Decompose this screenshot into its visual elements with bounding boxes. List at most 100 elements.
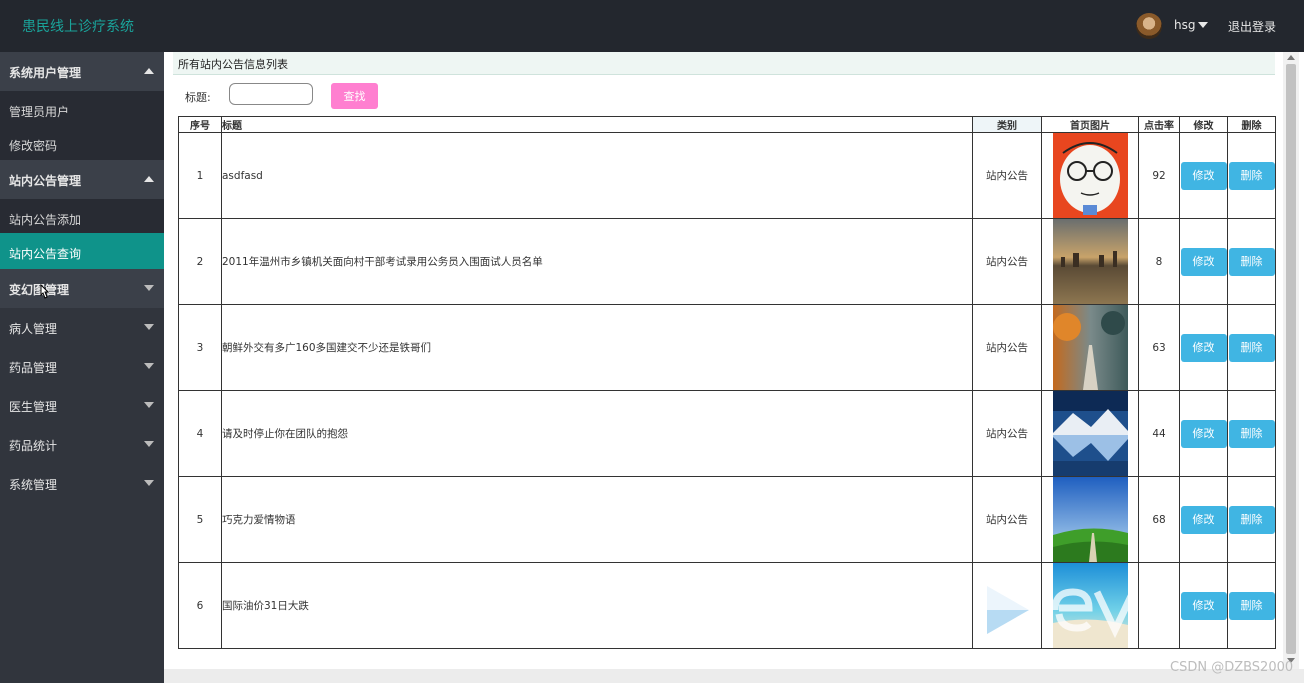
watermark: CSDN @DZBS2000 <box>1170 660 1294 675</box>
cell-image <box>1041 390 1139 477</box>
sidebar-item-label: 修改密码 <box>9 139 58 153</box>
col-header-category: 类别 <box>972 116 1042 133</box>
app-title: 患民线上诊疗系统 <box>22 19 134 35</box>
sidebar-item-label: 系统管理 <box>9 478 58 492</box>
mountain-reflection-thumbnail <box>1052 391 1128 476</box>
cell-title: 国际油价31日大跌 <box>221 562 973 649</box>
edit-button[interactable]: 修改 <box>1180 505 1227 534</box>
cell-clicks: 68 <box>1138 476 1180 563</box>
cell-edit: 修改 <box>1179 304 1228 391</box>
cell-title: 朝鲜外交有多广160多国建交不少还是铁哥们 <box>221 304 973 391</box>
col-header-delete: 删除 <box>1227 116 1276 133</box>
col-header-title: 标题 <box>221 116 973 133</box>
sidebar-item-label: 站内公告管理 <box>9 174 82 188</box>
sidebar-item-label: 药品管理 <box>9 361 58 375</box>
table-row: 1 asdfasd 站内公告 92 修改 删除 <box>178 132 1276 219</box>
cell-category: 站内公告 <box>972 218 1042 305</box>
edit-button[interactable]: 修改 <box>1180 161 1227 190</box>
sidebar-group-patients[interactable]: 病人管理 <box>0 308 164 347</box>
cell-title: 巧克力爱情物语 <box>221 476 973 563</box>
title-search-input[interactable] <box>229 83 313 105</box>
col-header-no: 序号 <box>178 116 222 133</box>
sidebar-item-announcement-query[interactable]: 站内公告查询 <box>0 233 164 269</box>
table-row: 2 2011年温州市乡镇机关面向村干部考试录用公务员入围面试人员名单 站内公告 … <box>178 218 1276 305</box>
autumn-path-thumbnail <box>1052 305 1128 390</box>
search-button[interactable]: 查找 <box>331 83 378 109</box>
edit-button[interactable]: 修改 <box>1180 247 1227 276</box>
user-name[interactable]: hsg <box>1174 18 1195 32</box>
cell-title: 请及时停止你在团队的抱怨 <box>221 390 973 477</box>
col-header-clicks: 点击率 <box>1138 116 1180 133</box>
table-header-row: 序号 标题 类别 首页图片 点击率 修改 删除 <box>178 116 1276 133</box>
announcement-table: 序号 标题 类别 首页图片 点击率 修改 删除 1 asdfasd 站内公告 9… <box>178 116 1276 649</box>
logout-link[interactable]: 退出登录 <box>1228 18 1276 35</box>
cell-image <box>1041 132 1139 219</box>
sidebar-group-system-users[interactable]: 系统用户管理 <box>0 52 164 91</box>
sidebar-group-drug-stats[interactable]: 药品统计 <box>0 425 164 464</box>
cell-delete: 删除 <box>1227 132 1276 219</box>
cell-delete: 删除 <box>1227 390 1276 477</box>
scrollbar-thumb[interactable] <box>1286 64 1296 654</box>
caret-down-icon <box>144 402 154 408</box>
caret-down-icon <box>144 480 154 486</box>
cell-delete: 删除 <box>1227 218 1276 305</box>
panel-title: 所有站内公告信息列表 <box>178 58 288 71</box>
cell-no: 2 <box>178 218 222 305</box>
cartoon-face-thumbnail <box>1052 133 1128 218</box>
video-overlay-logo <box>987 586 1137 639</box>
edit-button[interactable]: 修改 <box>1180 419 1227 448</box>
sidebar-group-announcements[interactable]: 站内公告管理 <box>0 160 164 199</box>
cell-clicks: 92 <box>1138 132 1180 219</box>
cell-no: 1 <box>178 132 222 219</box>
user-menu-caret-icon[interactable] <box>1198 22 1208 28</box>
caret-down-icon <box>144 363 154 369</box>
cell-clicks: 44 <box>1138 390 1180 477</box>
table-row: 5 巧克力爱情物语 站内公告 68 修改 删除 <box>178 476 1276 563</box>
sidebar-item-label: 系统用户管理 <box>9 66 82 80</box>
cell-image <box>1041 304 1139 391</box>
sidebar-item-label: 病人管理 <box>9 322 58 336</box>
caret-down-icon <box>144 285 154 291</box>
cell-no: 4 <box>178 390 222 477</box>
caret-up-icon <box>144 176 154 182</box>
cell-image <box>1041 218 1139 305</box>
sidebar-item-label: 站内公告添加 <box>9 213 82 227</box>
sidebar-group-carousel[interactable]: 变幻图管理 <box>0 269 164 308</box>
cell-delete: 删除 <box>1227 476 1276 563</box>
sidebar-group-system[interactable]: 系统管理 <box>0 464 164 503</box>
cell-category: 站内公告 <box>972 390 1042 477</box>
cell-category: 站内公告 <box>972 476 1042 563</box>
user-avatar[interactable] <box>1136 13 1162 39</box>
table-row: 4 请及时停止你在团队的抱怨 站内公告 44 修改 删除 <box>178 390 1276 477</box>
col-header-edit: 修改 <box>1179 116 1228 133</box>
caret-up-icon <box>144 68 154 74</box>
delete-button[interactable]: 删除 <box>1228 505 1275 534</box>
sidebar-item-change-password[interactable]: 修改密码 <box>0 125 164 164</box>
cell-clicks: 8 <box>1138 218 1180 305</box>
delete-button[interactable]: 删除 <box>1228 161 1275 190</box>
delete-button[interactable]: 删除 <box>1228 247 1275 276</box>
cell-edit: 修改 <box>1179 218 1228 305</box>
delete-button[interactable]: 删除 <box>1228 333 1275 362</box>
sidebar-item-label: 站内公告查询 <box>9 247 82 261</box>
mouse-pointer-icon <box>40 284 50 299</box>
cell-title: asdfasd <box>221 132 973 219</box>
scroll-up-arrow-icon[interactable] <box>1287 55 1295 60</box>
delete-button[interactable]: 删除 <box>1228 419 1275 448</box>
search-label: 标题: <box>185 91 211 104</box>
sidebar-group-doctors[interactable]: 医生管理 <box>0 386 164 425</box>
sidebar-item-label: 医生管理 <box>9 400 58 414</box>
delete-button[interactable]: 删除 <box>1228 591 1275 620</box>
lake-town-thumbnail <box>1052 219 1128 304</box>
cell-image <box>1041 476 1139 563</box>
sidebar-group-drugs[interactable]: 药品管理 <box>0 347 164 386</box>
edit-button[interactable]: 修改 <box>1180 333 1227 362</box>
sidebar-item-label: 药品统计 <box>9 439 58 453</box>
cell-edit: 修改 <box>1179 390 1228 477</box>
cell-no: 6 <box>178 562 222 649</box>
caret-down-icon <box>144 441 154 447</box>
cell-edit: 修改 <box>1179 476 1228 563</box>
cell-edit: 修改 <box>1179 132 1228 219</box>
footer-bar <box>164 669 1304 683</box>
panel-header: 所有站内公告信息列表 <box>173 52 1275 75</box>
